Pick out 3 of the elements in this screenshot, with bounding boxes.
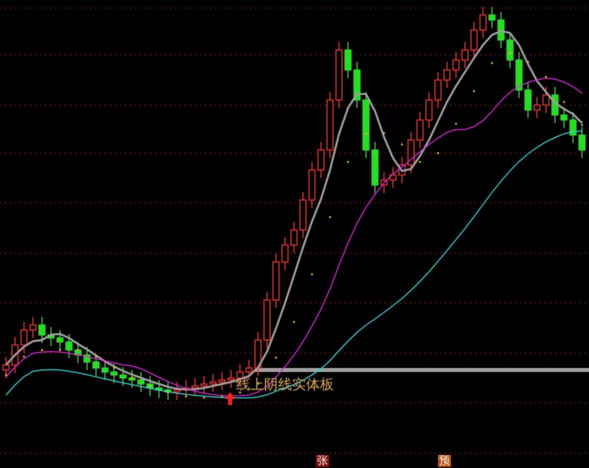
marker-label: 预	[438, 455, 451, 467]
up-arrow-icon	[225, 392, 235, 405]
marker-label: 张	[316, 455, 329, 467]
